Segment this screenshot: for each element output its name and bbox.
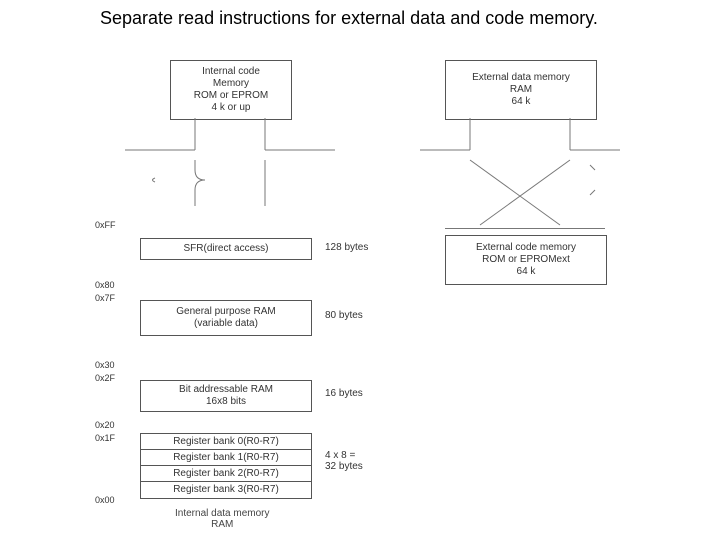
addr-2f: 0x2F — [95, 373, 115, 383]
addr-7f: 0x7F — [95, 293, 115, 303]
gpram-bytes: 80 bytes — [325, 310, 363, 321]
bank2-label: Register bank 2(R0-R7) — [173, 468, 279, 480]
sfr-label: SFR(direct access) — [183, 243, 268, 255]
addr-20: 0x20 — [95, 420, 115, 430]
bank0-label: Register bank 0(R0-R7) — [173, 436, 279, 448]
sfr-box: SFR(direct access) — [140, 238, 312, 260]
sfr-bytes: 128 bytes — [325, 242, 368, 253]
gpram-box: General purpose RAM (variable data) — [140, 300, 312, 336]
internal-data-memory-label: Internal data memory RAM — [175, 508, 270, 530]
ext-code-top-line — [445, 228, 605, 229]
page-title: Separate read instructions for external … — [100, 8, 598, 29]
diagram-area: Internal code Memory ROM or EPROM 4 k or… — [0, 50, 720, 540]
addr-00: 0x00 — [95, 495, 115, 505]
bank1-label: Register bank 1(R0-R7) — [173, 452, 279, 464]
gpram-label1: General purpose RAM — [176, 306, 276, 318]
addr-30: 0x30 — [95, 360, 115, 370]
banks-bytes: 4 x 8 = 32 bytes — [325, 450, 363, 472]
bank3-box: Register bank 3(R0-R7) — [140, 481, 312, 499]
bitram-label2: 16x8 bits — [206, 396, 246, 408]
external-code-label: External code memory ROM or EPROMext 64 … — [476, 242, 576, 278]
addr-ff: 0xFF — [95, 220, 116, 230]
gpram-label2: (variable data) — [194, 318, 258, 330]
bank3-label: Register bank 3(R0-R7) — [173, 484, 279, 496]
addr-1f: 0x1F — [95, 433, 115, 443]
bitram-box: Bit addressable RAM 16x8 bits — [140, 380, 312, 412]
bitram-bytes: 16 bytes — [325, 388, 363, 399]
bitram-label1: Bit addressable RAM — [179, 384, 273, 396]
external-code-box: External code memory ROM or EPROMext 64 … — [445, 235, 607, 285]
addr-80: 0x80 — [95, 280, 115, 290]
